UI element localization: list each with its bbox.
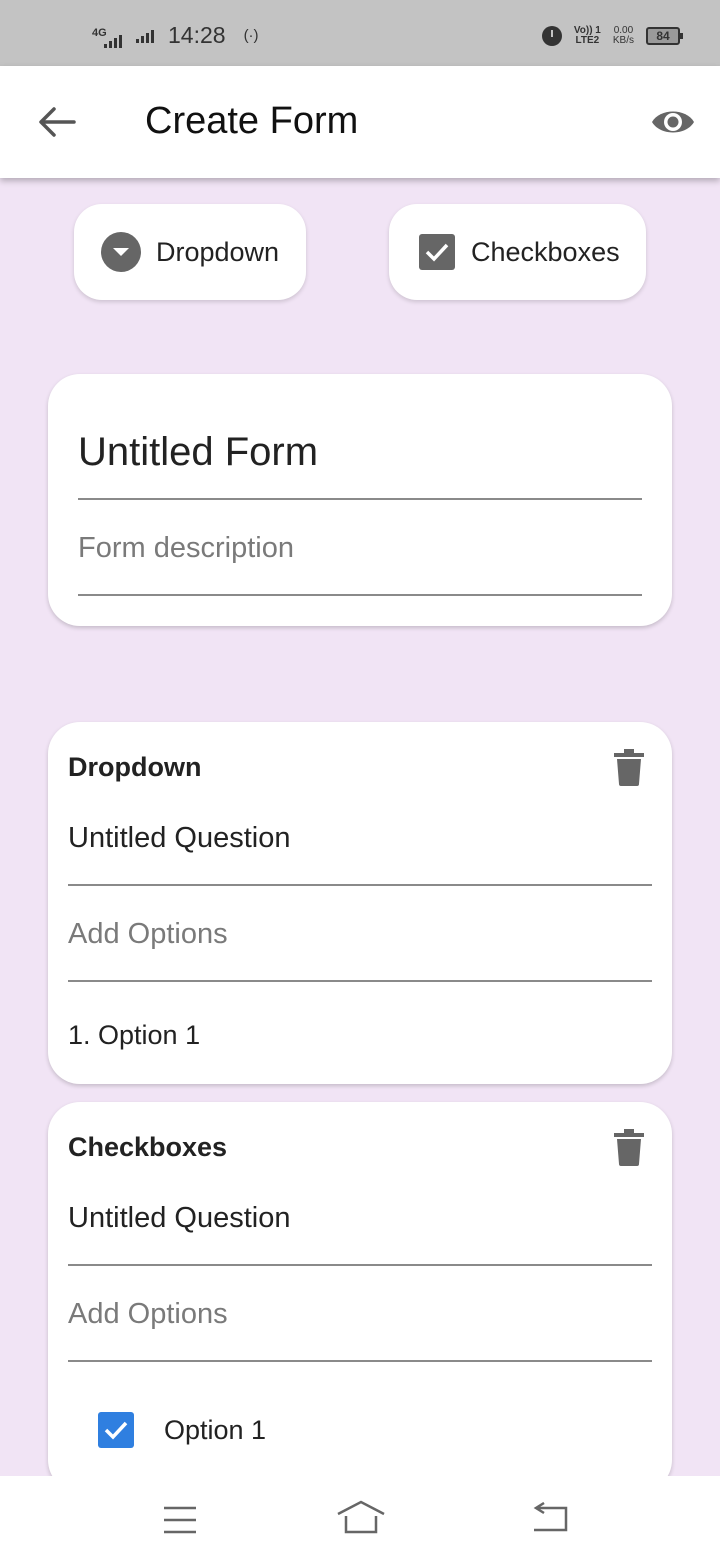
question-text-underline [68, 1264, 652, 1266]
net-speed: 0.00 KB/s [613, 26, 634, 46]
signal-icon [104, 34, 122, 48]
app-bar: Create Form [0, 66, 720, 178]
checkbox-icon [419, 234, 455, 270]
dropdown-circle-icon [101, 232, 141, 272]
question-type-label: Dropdown [68, 752, 202, 782]
trash-icon[interactable] [614, 748, 644, 786]
form-header-card: Untitled Form Form description [48, 374, 672, 626]
question-type-label: Checkboxes [68, 1132, 228, 1162]
eye-icon[interactable] [650, 104, 696, 140]
battery-icon: 84 [646, 27, 683, 45]
question-card-checkboxes: Checkboxes Untitled Question Add Options… [48, 1102, 672, 1492]
volte-indicator: Vo)) 1 LTE2 [574, 26, 601, 46]
chip-label-dropdown: Dropdown [156, 236, 280, 267]
trash-icon[interactable] [614, 1128, 644, 1166]
net-speed-unit: KB/s [612, 35, 634, 46]
dropdown-option: 1. Option 1 [68, 1020, 201, 1050]
add-options-input[interactable]: Add Options [68, 918, 228, 951]
home-icon[interactable] [336, 1500, 386, 1534]
add-options-input[interactable]: Add Options [68, 1298, 228, 1331]
question-text-underline [68, 884, 652, 886]
add-options-underline [68, 980, 652, 982]
clock: 14:28 [168, 22, 226, 48]
checkbox-option-label: Option 1 [164, 1414, 267, 1445]
form-description-underline [78, 594, 642, 596]
checkbox-checked-icon[interactable] [98, 1412, 134, 1448]
system-nav-bar [0, 1476, 720, 1560]
add-dropdown-button[interactable]: Dropdown [74, 204, 306, 300]
hotspot-icon: (·) [243, 27, 259, 44]
question-text-input[interactable]: Untitled Question [68, 1202, 290, 1235]
page-title: Create Form [145, 100, 359, 142]
checkbox-option[interactable]: Option 1 [98, 1412, 266, 1448]
question-card-dropdown: Dropdown Untitled Question Add Options 1… [48, 722, 672, 1084]
network-indicator: 4G [92, 24, 126, 48]
alarm-icon [541, 26, 562, 46]
form-description-input[interactable]: Form description [78, 532, 294, 565]
status-bar: 4G 14:28 (·) Vo)) 1 LTE2 0.00 KB/s 84 [0, 0, 720, 66]
question-text-input[interactable]: Untitled Question [68, 822, 290, 855]
form-title-underline [78, 498, 642, 500]
chip-label-checkboxes: Checkboxes [471, 236, 620, 267]
arrow-back-icon[interactable] [36, 104, 76, 140]
status-right: Vo)) 1 LTE2 0.00 KB/s 84 [541, 26, 683, 46]
add-checkboxes-button[interactable]: Checkboxes [389, 204, 646, 300]
form-title-input[interactable]: Untitled Form [78, 430, 318, 475]
add-options-underline [68, 1360, 652, 1362]
volte-line2: LTE2 [575, 35, 600, 46]
signal-icon-2 [136, 29, 154, 43]
back-icon[interactable] [530, 1502, 568, 1534]
menu-icon[interactable] [163, 1506, 197, 1534]
status-left: 4G 14:28 (·) [92, 22, 259, 49]
